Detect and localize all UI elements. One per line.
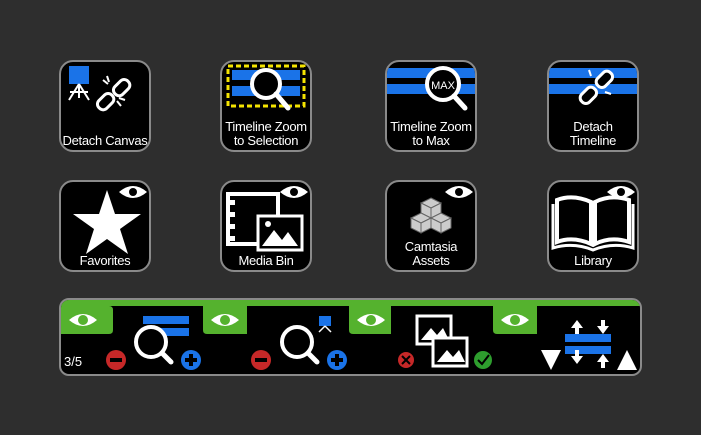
tile-label: Media Bin	[238, 253, 294, 268]
favorites-tile[interactable]: Favorites	[59, 180, 151, 272]
eye-tab-2	[203, 306, 247, 334]
page-indicator: 3/5	[64, 354, 83, 369]
library-tile[interactable]: Library	[547, 180, 639, 272]
eye-tab-1	[61, 306, 113, 334]
max-badge: MAX	[431, 80, 456, 92]
eye-icon	[119, 186, 147, 198]
eye-tab-4	[493, 306, 537, 334]
camtasia-assets-tile[interactable]: Camtasia Assets	[385, 180, 477, 272]
detach-canvas-tile[interactable]: Detach Canvas	[59, 60, 151, 152]
tile-label: Timeline Zoom to Max	[390, 119, 472, 148]
detach-timeline-tile[interactable]: Detach Timeline	[547, 60, 639, 152]
tile-label: Timeline Zoom to Selection	[225, 119, 307, 148]
tile-label: Favorites	[79, 253, 131, 268]
tile-label: Detach Canvas	[62, 133, 148, 148]
navigation-strip[interactable]: 3/5	[59, 298, 642, 376]
tile-label: Camtasia Assets	[404, 239, 458, 268]
timeline-zoom-selection-tile[interactable]: Timeline Zoom to Selection	[220, 60, 312, 152]
strip-graphics	[61, 300, 640, 370]
timeline-zoom-max-tile[interactable]: MAX Timeline Zoom to Max	[385, 60, 477, 152]
tile-label: Library	[574, 253, 612, 268]
eye-tab-3	[349, 306, 391, 334]
media-bin-tile[interactable]: Media Bin	[220, 180, 312, 272]
tile-label: Detach Timeline	[569, 119, 617, 148]
